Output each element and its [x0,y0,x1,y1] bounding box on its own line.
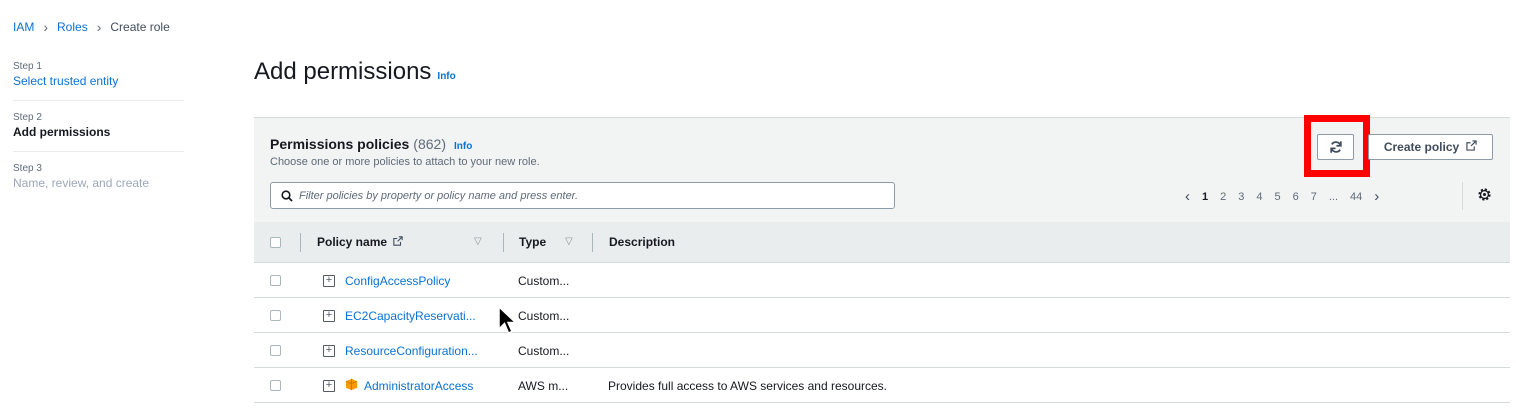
breadcrumb-current: Create role [110,20,170,34]
aws-managed-icon [345,378,358,391]
policy-type: Custom... [518,344,570,358]
search-icon [281,189,293,202]
column-divider [503,233,504,252]
panel-title: Permissions policies [270,136,410,152]
breadcrumb-iam[interactable]: IAM [13,20,34,34]
panel-description: Choose one or more policies to attach to… [270,156,540,168]
page-2[interactable]: 2 [1220,191,1226,203]
policy-type: AWS m... [518,379,569,393]
external-link-icon [393,236,404,246]
page-1[interactable]: 1 [1202,191,1208,203]
pager-divider [1462,182,1463,210]
external-link-icon [1466,140,1477,154]
breadcrumb: IAM › Roles › Create role [13,20,170,34]
search-input[interactable]: Filter policies by property or policy na… [270,182,895,209]
sort-down-icon[interactable]: ▽ [474,236,482,247]
panel-header: Permissions policies (862) Info Choose o… [254,115,1510,222]
policy-name-link[interactable]: ConfigAccessPolicy [345,274,450,288]
policy-name-link[interactable]: EC2CapacityReservati... [345,309,476,323]
permissions-policies-panel: Permissions policies (862) Info Choose o… [254,115,1510,414]
column-divider [300,233,301,252]
expand-plus-icon[interactable]: + [323,345,335,357]
table-header: Policy name ▽ Type ▽ Description [254,222,1510,263]
gear-icon[interactable] [1477,187,1492,207]
column-label: Policy name [317,235,388,249]
column-divider [592,233,593,252]
row-checkbox[interactable] [270,345,281,356]
page-6[interactable]: 6 [1293,191,1299,203]
refresh-highlight-box [1304,115,1370,177]
policy-count: (862) [413,136,446,152]
table-row[interactable]: + ConfigAccessPolicy Custom... [254,264,1510,298]
pagination: ‹ 1 2 3 4 5 6 7 ... 44 › [1179,188,1385,205]
expand-plus-icon[interactable]: + [323,275,335,287]
chevron-right-icon: › [96,19,102,35]
step-number: Step 1 [13,61,42,72]
page-info-link[interactable]: Info [437,71,455,82]
step-label-add-permissions: Add permissions [13,125,111,139]
column-header-policy-name[interactable]: Policy name [317,235,404,249]
step-number: Step 3 [13,163,42,174]
chevron-right-icon[interactable]: › [1374,188,1379,205]
chevron-left-icon[interactable]: ‹ [1185,188,1190,205]
step-2: Step 2 Add permissions [13,100,184,151]
page-4[interactable]: 4 [1256,191,1262,203]
step-label-name-review-create: Name, review, and create [13,176,150,190]
table-row[interactable]: + EC2CapacityReservati... Custom... [254,299,1510,333]
expand-plus-icon[interactable]: + [323,380,335,392]
step-1: Step 1 Select trusted entity [13,60,184,100]
page-ellipsis: ... [1328,190,1339,203]
step-number: Step 2 [13,112,42,123]
expand-plus-icon[interactable]: + [323,310,335,322]
table-row[interactable]: + ResourceConfiguration... Custom... [254,334,1510,368]
breadcrumb-roles[interactable]: Roles [57,20,88,34]
select-all-checkbox[interactable] [270,237,281,248]
step-link-select-trusted-entity[interactable]: Select trusted entity [13,73,184,89]
page-header: Add permissions Info [254,58,456,86]
panel-title-row: Permissions policies (862) Info [270,136,472,152]
row-checkbox[interactable] [270,275,281,286]
page-44[interactable]: 44 [1350,191,1362,203]
wizard-steps: Step 1 Select trusted entity Step 2 Add … [13,60,184,202]
create-policy-button[interactable]: Create policy [1368,134,1493,160]
search-placeholder: Filter policies by property or policy na… [299,189,578,202]
create-policy-label: Create policy [1383,140,1460,154]
row-checkbox[interactable] [270,310,281,321]
column-header-description: Description [609,235,676,249]
policy-name-link[interactable]: AdministratorAccess [364,379,473,393]
row-checkbox[interactable] [270,380,281,391]
chevron-right-icon: › [43,19,49,35]
sort-down-icon[interactable]: ▽ [565,236,573,247]
page-title: Add permissions [254,58,432,85]
policy-name-link[interactable]: ResourceConfiguration... [345,344,478,358]
page-3[interactable]: 3 [1238,191,1244,203]
column-header-type[interactable]: Type [519,235,546,249]
policy-type: Custom... [518,309,570,323]
step-3: Step 3 Name, review, and create [13,151,184,202]
panel-info-link[interactable]: Info [454,141,472,152]
policy-type: Custom... [518,274,570,288]
policy-description: Provides full access to AWS services and… [608,379,887,393]
page-7[interactable]: 7 [1311,191,1317,203]
mouse-pointer-icon [498,306,518,334]
table-row[interactable]: + AdministratorAccess AWS m... Provides … [254,369,1510,403]
page-5[interactable]: 5 [1275,191,1281,203]
